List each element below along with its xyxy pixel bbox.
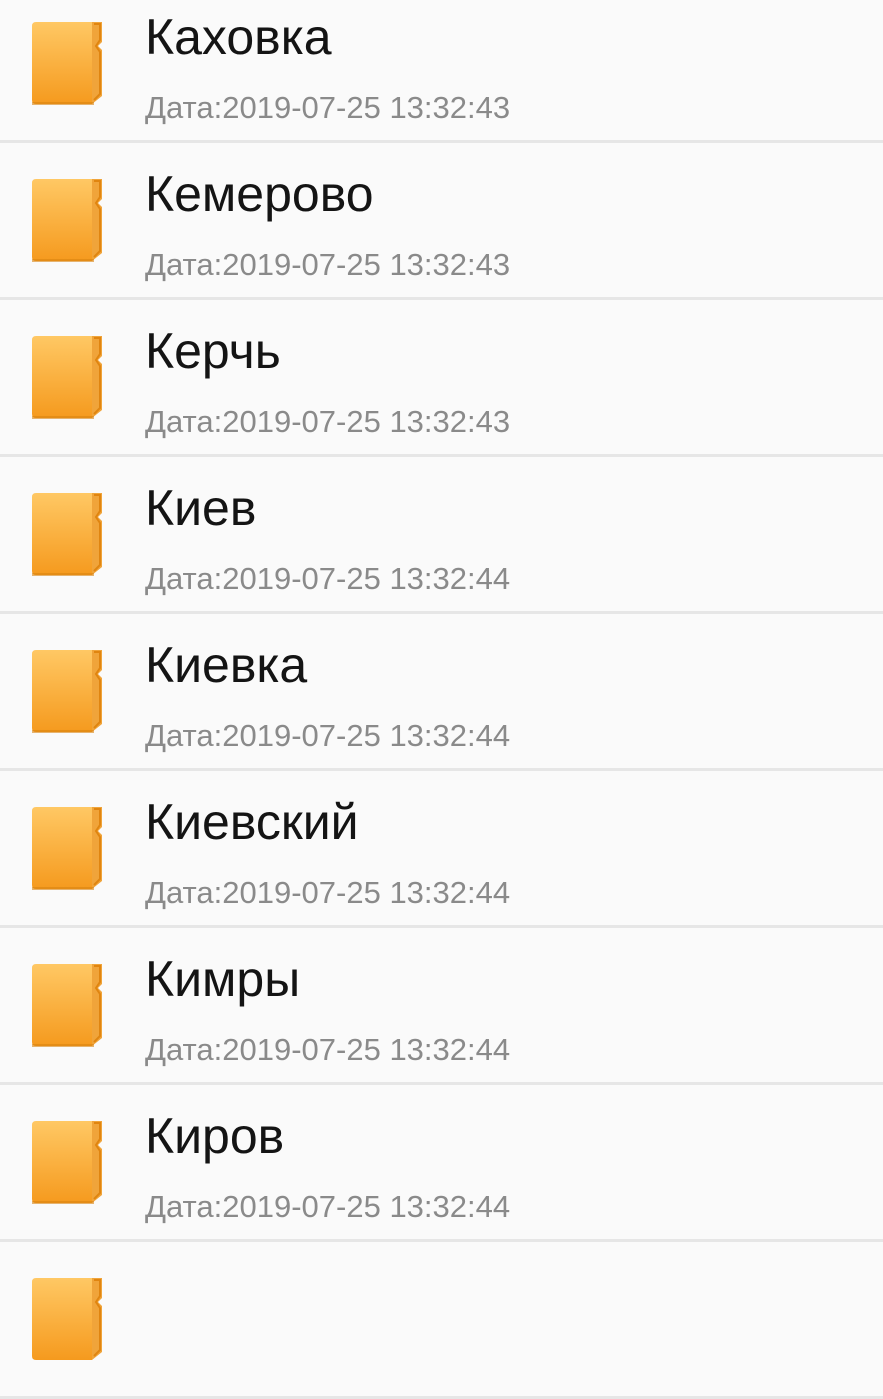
folder-icon bbox=[28, 648, 112, 734]
folder-date: Дата:2019-07-25 13:32:43 bbox=[145, 404, 511, 439]
folder-row[interactable]: Киевский Дата:2019-07-25 13:32:44 bbox=[0, 771, 883, 928]
folder-name: Кемерово bbox=[145, 166, 374, 222]
folder-row[interactable]: Киев Дата:2019-07-25 13:32:44 bbox=[0, 457, 883, 614]
folder-date: Дата:2019-07-25 13:32:44 bbox=[145, 718, 511, 753]
folder-name: Киров bbox=[145, 1108, 285, 1164]
folder-name: Киевский bbox=[145, 794, 359, 850]
folder-icon bbox=[28, 1276, 112, 1362]
folder-icon bbox=[28, 20, 112, 106]
folder-date: Дата:2019-07-25 13:32:44 bbox=[145, 1032, 511, 1067]
folder-date: Дата:2019-07-25 13:32:43 bbox=[145, 90, 511, 125]
folder-date: Дата:2019-07-25 13:32:43 bbox=[145, 247, 511, 282]
folder-icon bbox=[28, 491, 112, 577]
folder-icon bbox=[28, 805, 112, 891]
folder-list: Каховка Дата:2019-07-25 13:32:43 Кемеров… bbox=[0, 0, 883, 1399]
folder-row[interactable]: Кимры Дата:2019-07-25 13:32:44 bbox=[0, 928, 883, 1085]
folder-icon bbox=[28, 1119, 112, 1205]
folder-icon bbox=[28, 962, 112, 1048]
folder-name: Керчь bbox=[145, 323, 281, 379]
folder-date: Дата:2019-07-25 13:32:44 bbox=[145, 1189, 511, 1224]
folder-icon bbox=[28, 177, 112, 263]
folder-row[interactable]: Кемерово Дата:2019-07-25 13:32:43 bbox=[0, 143, 883, 300]
folder-date: Дата:2019-07-25 13:32:44 bbox=[145, 875, 511, 910]
folder-row-partial[interactable] bbox=[0, 1242, 883, 1399]
folder-name: Кимры bbox=[145, 951, 301, 1007]
folder-date: Дата:2019-07-25 13:32:44 bbox=[145, 561, 511, 596]
folder-name: Киевка bbox=[145, 637, 308, 693]
folder-icon bbox=[28, 334, 112, 420]
folder-row[interactable]: Каховка Дата:2019-07-25 13:32:43 bbox=[0, 0, 883, 143]
folder-row[interactable]: Киров Дата:2019-07-25 13:32:44 bbox=[0, 1085, 883, 1242]
folder-name: Киев bbox=[145, 480, 257, 536]
folder-row[interactable]: Керчь Дата:2019-07-25 13:32:43 bbox=[0, 300, 883, 457]
folder-name: Каховка bbox=[145, 9, 332, 65]
folder-row[interactable]: Киевка Дата:2019-07-25 13:32:44 bbox=[0, 614, 883, 771]
